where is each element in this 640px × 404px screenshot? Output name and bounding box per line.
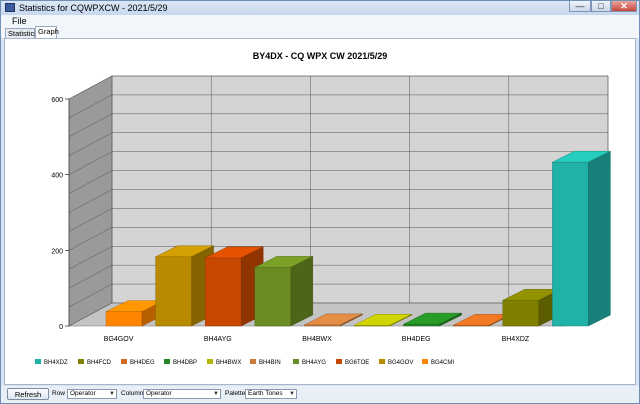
chevron-down-icon: ▼ [289, 391, 295, 397]
tab-strip: Statistics Graph [1, 26, 639, 38]
y-tick-label: 400 [51, 173, 63, 180]
bar [105, 311, 143, 327]
title-bar: Statistics for CQWPXCW - 2021/5/29 — □ ✕ [1, 1, 639, 15]
bar [254, 267, 292, 327]
graph-panel: BY4DX - CQ WPX CW 2021/5/29 0 200 400 600 BG4… [4, 38, 636, 385]
x-tick-label: BH4BWX [302, 336, 332, 343]
legend-swatch [121, 359, 127, 364]
close-button[interactable]: ✕ [611, 1, 637, 12]
legend-swatch [35, 359, 41, 364]
bar [403, 323, 440, 327]
column-select[interactable]: Operator ▼ [143, 389, 221, 399]
palette-select[interactable]: Earth Tones ▼ [245, 389, 297, 399]
app-window: Statistics for CQWPXCW - 2021/5/29 — □ ✕… [0, 0, 640, 404]
row-label: Row [52, 390, 66, 397]
x-tick-label: BH4AYG [204, 336, 232, 343]
legend-swatch [250, 359, 256, 364]
legend-label: BG4GOV [388, 360, 413, 366]
legend-label: BH4DEG [130, 360, 155, 366]
chart-title: BY4DX - CQ WPX CW 2021/5/29 [253, 51, 388, 61]
legend-label: BH4DBP [173, 360, 197, 366]
y-tick-label: 200 [51, 248, 63, 255]
legend-label: BG4CMI [431, 360, 454, 366]
bottom-toolbar: Refresh Row Operator ▼ Column Operator ▼… [1, 386, 639, 403]
palette-label: Palette [225, 390, 246, 397]
menu-file[interactable]: File [12, 16, 27, 26]
legend-swatch [293, 359, 299, 364]
column-label: Column [121, 390, 144, 397]
minimize-button[interactable]: — [569, 1, 591, 12]
x-tick-label: BH4XDZ [502, 336, 530, 343]
bar-side [290, 256, 313, 327]
bar-side [588, 150, 611, 327]
palette-select-value: Earth Tones [248, 390, 283, 397]
bar [502, 300, 539, 327]
tab-statistics[interactable]: Statistics [5, 28, 38, 38]
chevron-down-icon: ▼ [109, 391, 115, 397]
x-tick-label: BG4GOV [104, 336, 134, 343]
bar [204, 257, 242, 327]
x-tick-label: BH4DEG [402, 336, 431, 343]
bar [552, 161, 589, 327]
legend-swatch [422, 359, 428, 364]
y-tick-label: 600 [51, 97, 63, 104]
chevron-down-icon: ▼ [213, 391, 219, 397]
legend-label: BH4FCD [87, 360, 112, 366]
refresh-button[interactable]: Refresh [7, 388, 49, 400]
y-tick-label: 0 [59, 324, 63, 331]
legend-swatch [164, 359, 170, 364]
column-select-value: Operator [146, 390, 172, 397]
legend-label: BH4AYG [302, 360, 326, 366]
legend-label: BH4BIN [259, 360, 281, 366]
menu-bar: File [1, 15, 639, 26]
legend-label: BG6TOE [345, 360, 369, 366]
row-select[interactable]: Operator ▼ [67, 389, 117, 399]
legend-swatch [207, 359, 213, 364]
window-title: Statistics for CQWPXCW - 2021/5/29 [19, 3, 168, 13]
legend-swatch [379, 359, 385, 364]
app-icon [5, 3, 15, 12]
legend-label: BH4XDZ [44, 360, 68, 366]
legend-swatch [336, 359, 342, 364]
tab-graph[interactable]: Graph [35, 26, 59, 38]
maximize-button[interactable]: □ [591, 1, 611, 12]
row-select-value: Operator [70, 390, 96, 397]
legend-label: BH4BWX [216, 360, 241, 366]
legend-swatch [78, 359, 84, 364]
bar [155, 256, 192, 327]
chart: BY4DX - CQ WPX CW 2021/5/29 0 200 400 600 BG4… [35, 51, 611, 366]
